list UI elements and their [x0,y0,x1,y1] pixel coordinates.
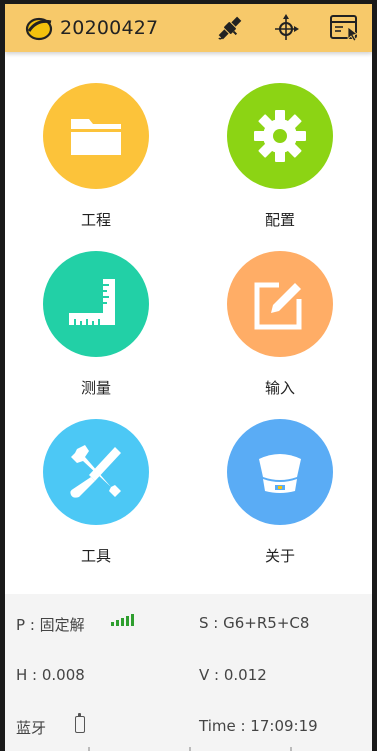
bottom-divider [5,747,372,751]
ruler-icon [69,279,115,325]
tile-label-measure: 测量 [80,379,111,397]
time-status: Time : 17:09:19 [199,717,318,735]
tile-settings[interactable]: 配置 [195,83,355,243]
gear-icon [254,110,306,162]
tile-measure[interactable]: 测量 [11,251,171,411]
position-target-icon[interactable] [271,13,301,43]
app-logo-icon [25,15,53,41]
app-screen: 20200427 工程 配置 测量 输入 工具 关于 P: 固定解 S: G… [5,4,372,751]
project-title: 20200427 [60,17,159,39]
edit-icon [254,279,305,330]
receiver-icon [259,454,301,493]
tile-label-input: 输入 [264,379,295,397]
folder-icon [71,119,121,155]
tools-icon [70,445,121,498]
satellite-icon[interactable] [215,13,245,43]
bluetooth-status: 蓝牙 [16,719,47,737]
tile-label-about: 关于 [264,547,295,565]
status-panel: P : 固定解 S : G6+R5+C8 H : 0.008 V : 0.012… [5,594,372,751]
top-bar: 20200427 [5,4,372,52]
input-circle[interactable] [227,251,333,357]
tile-input[interactable]: 输入 [195,251,355,411]
h-precision: H : 0.008 [16,666,85,684]
position-status: P : 固定解 [16,616,85,634]
v-precision: V : 0.012 [199,666,267,684]
settings-circle[interactable] [227,83,333,189]
battery-icon [75,713,85,733]
tile-about[interactable]: 关于 [195,419,355,579]
measure-circle[interactable] [43,251,149,357]
tile-label-project: 工程 [80,211,111,229]
signal-strength-icon [111,614,134,626]
about-circle[interactable] [227,419,333,525]
tile-label-settings: 配置 [264,211,295,229]
project-circle[interactable] [43,83,149,189]
window-cursor-icon[interactable] [329,13,359,43]
tile-project[interactable]: 工程 [11,83,171,243]
tools-circle[interactable] [43,419,149,525]
tile-label-tools: 工具 [80,547,111,565]
tile-tools[interactable]: 工具 [11,419,171,579]
satellite-status: S : G6+R5+C8 [199,614,310,632]
